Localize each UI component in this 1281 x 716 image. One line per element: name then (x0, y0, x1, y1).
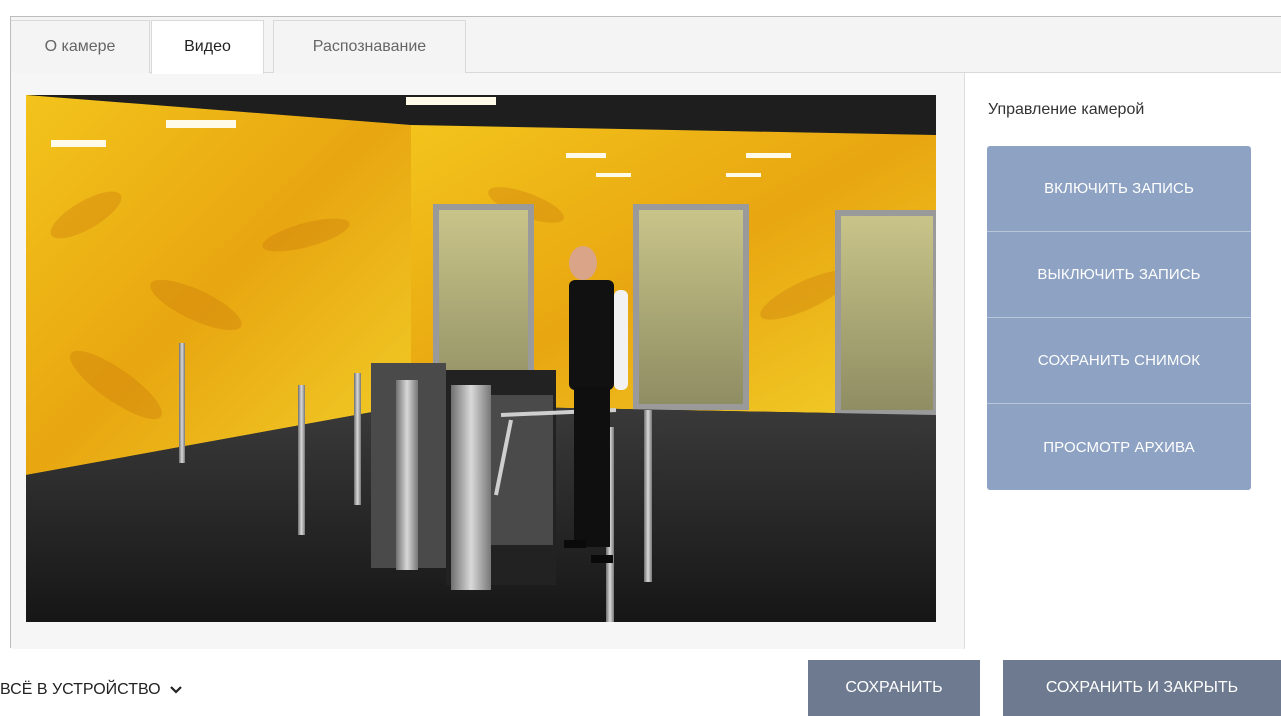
tab-recognition[interactable]: Распознавание (273, 20, 466, 73)
chevron-down-icon (169, 686, 182, 694)
tab-video[interactable]: Видео (151, 20, 264, 74)
camera-control-title: Управление камерой (988, 101, 1145, 118)
camera-video-feed (26, 95, 936, 622)
view-archive-button[interactable]: ПРОСМОТР АРХИВА (987, 404, 1251, 490)
apply-to-device-label: ВСЁ В УСТРОЙСТВО (0, 681, 161, 698)
tab-about-camera[interactable]: О камере (11, 20, 150, 73)
start-recording-button[interactable]: ВКЛЮЧИТЬ ЗАПИСЬ (987, 146, 1251, 232)
save-button[interactable]: СОХРАНИТЬ (808, 660, 980, 716)
camera-control-pane: Управление камерой ВКЛЮЧИТЬ ЗАПИСЬ ВЫКЛЮ… (966, 73, 1281, 649)
camera-video-image (26, 95, 936, 622)
save-snapshot-button[interactable]: СОХРАНИТЬ СНИМОК (987, 318, 1251, 404)
apply-to-device-dropdown[interactable]: ВСЁ В УСТРОЙСТВО (0, 678, 183, 702)
tab-bar: О камере Видео Распознавание (11, 17, 1281, 74)
tab-content: Управление камерой ВКЛЮЧИТЬ ЗАПИСЬ ВЫКЛЮ… (11, 73, 1281, 649)
video-pane (11, 73, 965, 649)
stop-recording-button[interactable]: ВЫКЛЮЧИТЬ ЗАПИСЬ (987, 232, 1251, 318)
camera-settings-panel: О камере Видео Распознавание Управление … (10, 16, 1281, 649)
save-and-close-button[interactable]: СОХРАНИТЬ И ЗАКРЫТЬ (1003, 660, 1281, 716)
